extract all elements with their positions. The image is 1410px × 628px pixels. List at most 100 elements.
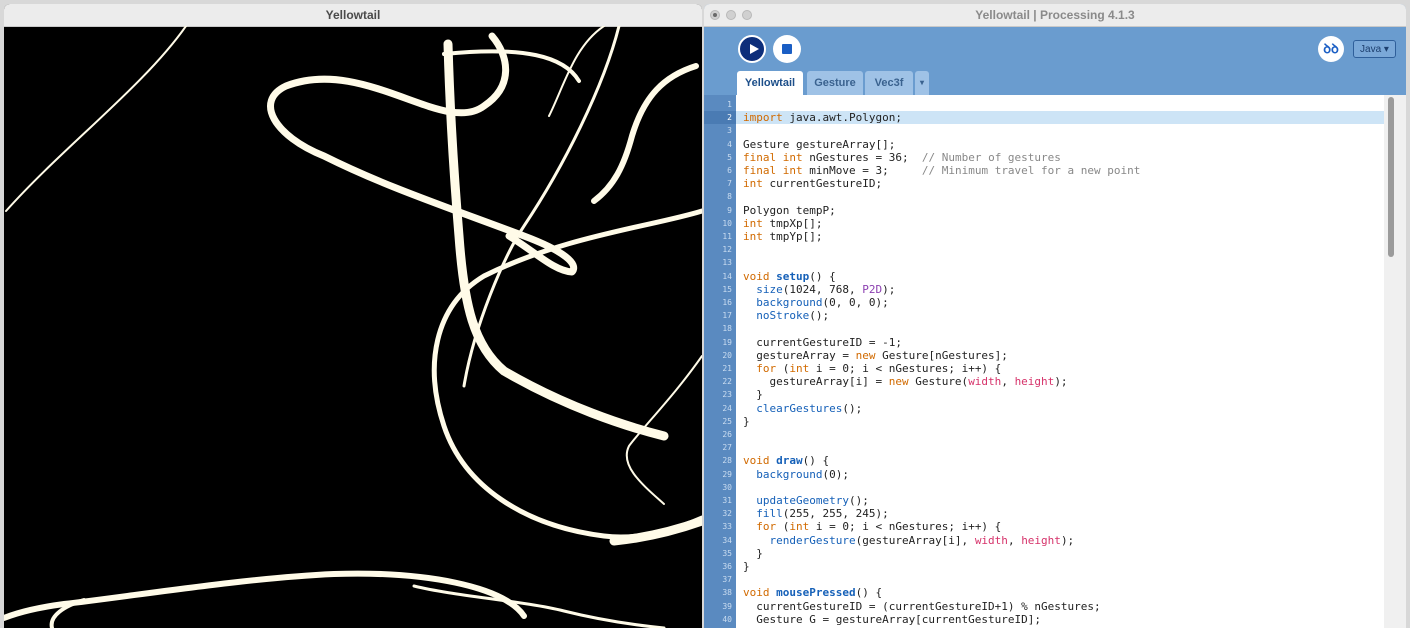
code-line[interactable]: gestureArray = new Gesture[nGestures];: [743, 349, 1008, 362]
line-number: 6: [727, 166, 732, 175]
code-line[interactable]: gestureArray[i] = new Gesture(width, hei…: [743, 375, 1067, 388]
debug-butterfly-icon[interactable]: ꝺꝺ: [1318, 36, 1344, 62]
line-number: 17: [722, 311, 732, 321]
line-number: 38: [722, 588, 732, 598]
line-number: 13: [722, 258, 732, 268]
line-number: 39: [722, 601, 732, 611]
code-line[interactable]: background(0);: [743, 468, 849, 481]
run-button[interactable]: [738, 35, 766, 63]
line-number: 18: [722, 324, 732, 334]
tab-menu-button[interactable]: ▾: [915, 71, 929, 95]
line-number: 10: [722, 218, 732, 228]
line-number: 37: [722, 575, 732, 585]
editor-scrollbar-thumb[interactable]: [1388, 97, 1394, 257]
gesture-stroke: [591, 63, 699, 204]
code-line[interactable]: clearGestures();: [743, 402, 862, 415]
code-line[interactable]: }: [743, 547, 763, 560]
line-number: 4: [727, 139, 732, 149]
code-line[interactable]: int currentGestureID;: [743, 177, 882, 190]
line-number: 25: [722, 416, 732, 426]
close-window-button[interactable]: [710, 10, 720, 20]
sketch-canvas[interactable]: [4, 26, 702, 628]
code-line[interactable]: final int minMove = 3; // Minimum travel…: [743, 164, 1140, 177]
sketch-window-title: Yellowtail: [4, 4, 702, 27]
code-line[interactable]: }: [743, 560, 750, 573]
line-number: 15: [722, 284, 732, 294]
code-line[interactable]: currentGestureID = (currentGestureID+1) …: [743, 600, 1100, 613]
code-line[interactable]: int tmpYp[];: [743, 230, 822, 243]
line-number: 30: [722, 482, 732, 492]
line-number: 28: [722, 456, 732, 466]
line-number: 29: [722, 469, 732, 479]
gesture-stroke: [5, 26, 187, 212]
line-number: 36: [722, 562, 732, 571]
gesture-stroke: [4, 570, 527, 621]
code-editor[interactable]: 1 2 3 4 5 6 7 8 9 10 11 12 13 14 15 16 17 18 19 20 21 22 23 24 2…: [704, 95, 1406, 628]
tab-vec3f[interactable]: Vec3f: [865, 71, 913, 95]
gesture-stroke: [548, 26, 605, 117]
code-line[interactable]: final int nGestures = 36; // Number of g…: [743, 151, 1061, 164]
code-line[interactable]: void mousePressed() {: [743, 586, 882, 599]
ide-toolbar: ꝺꝺ Java ▾: [704, 27, 1406, 71]
line-number: 34: [722, 535, 732, 545]
line-number: 11: [722, 232, 732, 241]
line-number: 16: [722, 298, 732, 307]
code-line[interactable]: import java.awt.Polygon;: [743, 111, 902, 124]
code-line[interactable]: }: [743, 388, 763, 401]
minimize-window-button[interactable]: [726, 10, 736, 20]
line-number: 2: [727, 113, 732, 123]
gesture-stroke: [442, 49, 581, 83]
line-number: 31: [722, 496, 732, 505]
line-number: 12: [722, 245, 732, 255]
zoom-window-button[interactable]: [742, 10, 752, 20]
code-line[interactable]: Polygon tempP;: [743, 204, 836, 217]
line-number: 40: [722, 614, 732, 624]
line-number: 22: [722, 377, 732, 387]
code-line[interactable]: size(1024, 768, P2D);: [743, 283, 895, 296]
code-line[interactable]: updateGeometry();: [743, 494, 869, 507]
line-number: 20: [722, 350, 732, 360]
line-number: 19: [722, 337, 732, 347]
line-number: 21: [722, 364, 732, 373]
code-line[interactable]: int tmpXp[];: [743, 217, 822, 230]
mode-select[interactable]: Java ▾: [1353, 40, 1396, 58]
line-number: 26: [722, 430, 732, 439]
tab-gesture[interactable]: Gesture: [807, 71, 863, 95]
code-line[interactable]: background(0, 0, 0);: [743, 296, 888, 309]
line-number: 32: [722, 509, 732, 519]
code-line[interactable]: for (int i = 0; i < nGestures; i++) {: [743, 362, 1001, 375]
code-line[interactable]: for (int i = 0; i < nGestures; i++) {: [743, 520, 1001, 533]
line-number: 9: [727, 205, 732, 215]
line-number: 8: [727, 192, 732, 202]
code-line[interactable]: }: [743, 415, 750, 428]
line-number: 27: [722, 443, 732, 453]
line-number: 5: [727, 152, 732, 162]
code-text-area[interactable]: import java.awt.Polygon; Gesture gestureA…: [736, 95, 1384, 628]
line-number: 33: [722, 522, 732, 532]
ide-window-title: Yellowtail | Processing 4.1.3: [704, 4, 1406, 27]
ide-window: Yellowtail | Processing 4.1.3 ꝺꝺ Java ▾ …: [704, 4, 1406, 628]
line-number: 1: [727, 100, 732, 109]
gesture-stroke: [462, 26, 621, 388]
code-line[interactable]: noStroke();: [743, 309, 829, 322]
gesture-stroke: [267, 32, 578, 276]
stop-button[interactable]: [773, 35, 801, 63]
sketch-window: Yellowtail: [4, 4, 702, 628]
line-number-gutter: 1 2 3 4 5 6 7 8 9 10 11 12 13 14 15 16 17 18 19 20 21 22 23 24 2…: [704, 95, 736, 628]
code-line[interactable]: void setup() {: [743, 270, 836, 283]
tab-yellowtail[interactable]: Yellowtail: [737, 71, 803, 95]
line-number: 14: [722, 271, 732, 281]
gesture-stroke: [609, 516, 702, 546]
code-line[interactable]: Gesture gestureArray[];: [743, 138, 895, 151]
line-number: 23: [722, 390, 732, 400]
code-line[interactable]: currentGestureID = -1;: [743, 336, 902, 349]
code-line[interactable]: void draw() {: [743, 454, 829, 467]
gesture-stroke: [412, 584, 666, 628]
line-number: 24: [722, 403, 732, 413]
code-line[interactable]: Gesture G = gestureArray[currentGestureI…: [743, 613, 1041, 626]
line-number: 3: [727, 126, 732, 136]
code-line[interactable]: fill(255, 255, 245);: [743, 507, 888, 520]
line-number: 7: [727, 179, 732, 189]
line-number: 35: [722, 548, 732, 558]
code-line[interactable]: renderGesture(gestureArray[i], width, he…: [743, 534, 1075, 547]
